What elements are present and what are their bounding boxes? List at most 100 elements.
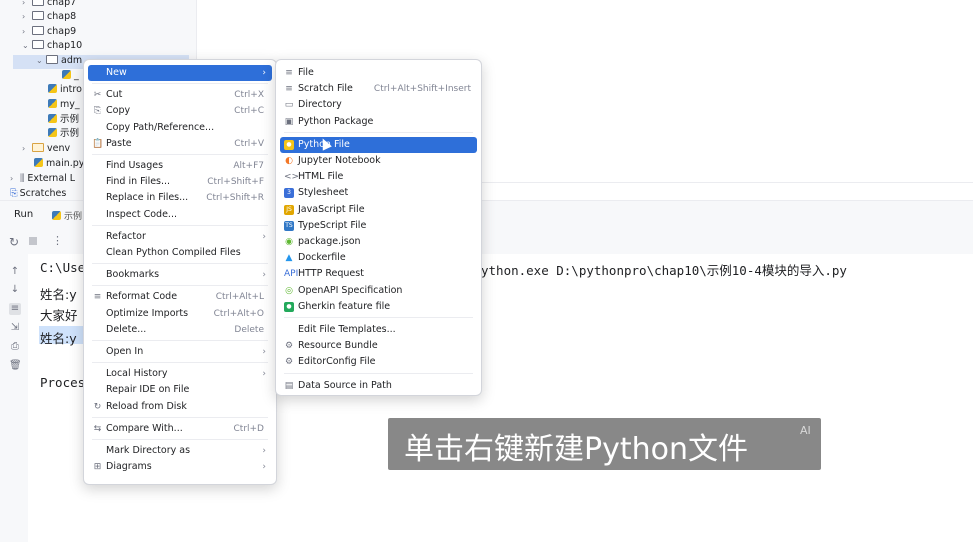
chevron-icon[interactable]: ›: [22, 142, 32, 156]
menu-item-refactor[interactable]: Refactor ›: [88, 229, 272, 245]
chevron-icon[interactable]: ›: [22, 0, 32, 10]
tree-item[interactable]: 示例: [48, 127, 79, 141]
menu-item-new[interactable]: New ›: [88, 65, 272, 81]
submenu-item-label: Directory: [298, 99, 342, 111]
menu-item-label: Find in Files...: [106, 176, 171, 188]
submenu-item-directory[interactable]: ▭ Directory: [280, 97, 477, 113]
submenu-item-javascript-file[interactable]: JS JavaScript File: [280, 202, 477, 218]
tree-item[interactable]: my_: [48, 98, 80, 112]
submenu-item-python-package[interactable]: ▣ Python Package: [280, 114, 477, 130]
tree-item-label: 示例: [60, 128, 80, 139]
scroll-up-icon[interactable]: ↑: [9, 266, 21, 278]
menu-item-reload-from-disk[interactable]: ↻ Reload from Disk: [88, 399, 272, 415]
menu-item-find-in-files[interactable]: Find in Files... Ctrl+Shift+F: [88, 174, 272, 190]
submenu-item-edit-file-templates[interactable]: Edit File Templates...: [280, 322, 477, 338]
tree-item[interactable]: › ⫼ External L: [10, 172, 75, 186]
python-file-icon: [48, 84, 57, 93]
tree-item-label: chap7: [47, 0, 77, 8]
menu-item-delete[interactable]: Delete... Delete: [88, 322, 272, 338]
chevron-icon[interactable]: ›: [22, 25, 32, 39]
menu-item-paste[interactable]: 📋 Paste Ctrl+V: [88, 136, 272, 152]
folder-icon: [32, 40, 44, 49]
tree-item[interactable]: ⎘ Scratches: [10, 187, 66, 201]
console-line: 姓名:y: [40, 331, 77, 346]
menu-separator: [92, 416, 268, 418]
menu-item-optimize-imports[interactable]: Optimize Imports Ctrl+Alt+O: [88, 306, 272, 322]
menu-item-clean-python-compiled-files[interactable]: Clean Python Compiled Files: [88, 245, 272, 261]
scroll-down-icon[interactable]: ↓: [9, 284, 21, 296]
submenu-item-package-json[interactable]: ◉ package.json: [280, 234, 477, 250]
submenu-item-stylesheet[interactable]: 3 Stylesheet: [280, 185, 477, 201]
tab-run[interactable]: Run: [14, 209, 33, 220]
submenu-item-typescript-file[interactable]: TS TypeScript File: [280, 218, 477, 234]
submenu-item-label: HTTP Request: [298, 268, 364, 280]
menu-item-diagrams[interactable]: ⊞ Diagrams ›: [88, 459, 272, 475]
tree-item[interactable]: intro: [48, 83, 82, 97]
chevron-icon[interactable]: ›: [10, 172, 20, 186]
menu-item-copy[interactable]: ⎘ Copy Ctrl+C: [88, 103, 272, 119]
menu-item-label: Cut: [106, 89, 123, 101]
ai-watermark: AI: [800, 424, 811, 437]
tab-run-config[interactable]: 示例: [52, 209, 82, 222]
submenu-item-label: File: [298, 67, 314, 78]
tree-item[interactable]: main.py: [34, 157, 84, 171]
scroll-to-end-icon[interactable]: ⇲: [9, 322, 21, 334]
tree-item[interactable]: › chap9: [22, 25, 76, 39]
menu-separator: [92, 224, 268, 226]
database-icon: ▤: [284, 380, 294, 391]
submenu-item-resource-bundle[interactable]: ⚙ Resource Bundle: [280, 338, 477, 354]
menu-item-inspect-code[interactable]: Inspect Code...: [88, 207, 272, 223]
menu-item-replace-in-files[interactable]: Replace in Files... Ctrl+Shift+R: [88, 190, 272, 206]
print-icon[interactable]: ⎙: [9, 341, 21, 353]
tree-item[interactable]: › chap7: [22, 0, 76, 10]
submenu-item-data-source-in-path[interactable]: ▤ Data Source in Path: [280, 378, 477, 394]
tree-item[interactable]: › venv: [22, 142, 70, 156]
menu-item-bookmarks[interactable]: Bookmarks ›: [88, 267, 272, 283]
submenu-item-scratch-file[interactable]: ≡ Scratch File Ctrl+Alt+Shift+Insert: [280, 81, 477, 97]
submenu-item-openapi-specification[interactable]: ◎ OpenAPI Specification: [280, 283, 477, 299]
chevron-icon[interactable]: ⌄: [36, 54, 46, 68]
chevron-right-icon: ›: [262, 446, 266, 456]
menu-item-open-in[interactable]: Open In ›: [88, 344, 272, 360]
menu-item-local-history[interactable]: Local History ›: [88, 366, 272, 382]
menu-item-mark-directory-as[interactable]: Mark Directory as ›: [88, 443, 272, 459]
menu-item-label: Open In: [106, 346, 144, 357]
tree-item[interactable]: _: [62, 69, 79, 83]
chevron-icon[interactable]: ⌄: [22, 39, 32, 53]
tree-item-label: venv: [47, 143, 71, 154]
stop-icon[interactable]: [29, 237, 37, 245]
chevron-right-icon: ›: [262, 270, 266, 281]
tree-item[interactable]: ⌄ chap10: [22, 39, 82, 53]
menu-item-label: Find Usages: [106, 160, 164, 171]
menu-item-compare-with[interactable]: ⇆ Compare With... Ctrl+D: [88, 421, 272, 437]
menu-item-reformat-code[interactable]: ≡ Reformat Code Ctrl+Alt+L: [88, 289, 272, 305]
submenu-item-editorconfig-file[interactable]: ⚙ EditorConfig File: [280, 354, 477, 370]
more-icon[interactable]: ⋮: [52, 234, 63, 247]
chevron-icon[interactable]: ›: [22, 10, 32, 24]
tree-item[interactable]: › chap8: [22, 10, 76, 24]
submenu-item-html-file[interactable]: <> HTML File: [280, 169, 477, 185]
submenu-item-label: Scratch File: [298, 83, 353, 95]
menu-item-find-usages[interactable]: Find Usages Alt+F7: [88, 158, 272, 174]
submenu-item-python-file[interactable]: ● Python File: [280, 136, 477, 153]
menu-item-cut[interactable]: ✂ Cut Ctrl+X: [88, 87, 272, 103]
submenu-item-label: Resource Bundle: [298, 340, 378, 352]
submenu-item-dockerfile[interactable]: ▲ Dockerfile: [280, 250, 477, 266]
soft-wrap-icon[interactable]: ≡: [9, 303, 21, 315]
trash-icon[interactable]: 🗑: [9, 360, 22, 372]
menu-item-copy-path-reference[interactable]: Copy Path/Reference...: [88, 120, 272, 136]
jupyter-icon: ◐: [285, 156, 293, 166]
submenu-item-gherkin-feature-file[interactable]: ● Gherkin feature file: [280, 299, 477, 315]
submenu-item-label: HTML File: [298, 171, 344, 183]
menu-item-repair-ide-on-file[interactable]: Repair IDE on File: [88, 382, 272, 398]
menu-item-label: Copy: [106, 105, 131, 117]
rerun-icon[interactable]: ↻: [9, 235, 19, 249]
submenu-item-jupyter-notebook[interactable]: ◐ Jupyter Notebook: [280, 153, 477, 169]
folder-icon: [32, 143, 44, 152]
tree-item[interactable]: 示例: [48, 113, 79, 127]
folder-icon: [32, 11, 44, 20]
submenu-item-http-request[interactable]: API HTTP Request: [280, 266, 477, 282]
submenu-item-file[interactable]: ≡ File: [280, 65, 477, 81]
menu-separator: [92, 362, 268, 364]
tree-item[interactable]: ⌄ adm: [36, 54, 82, 68]
